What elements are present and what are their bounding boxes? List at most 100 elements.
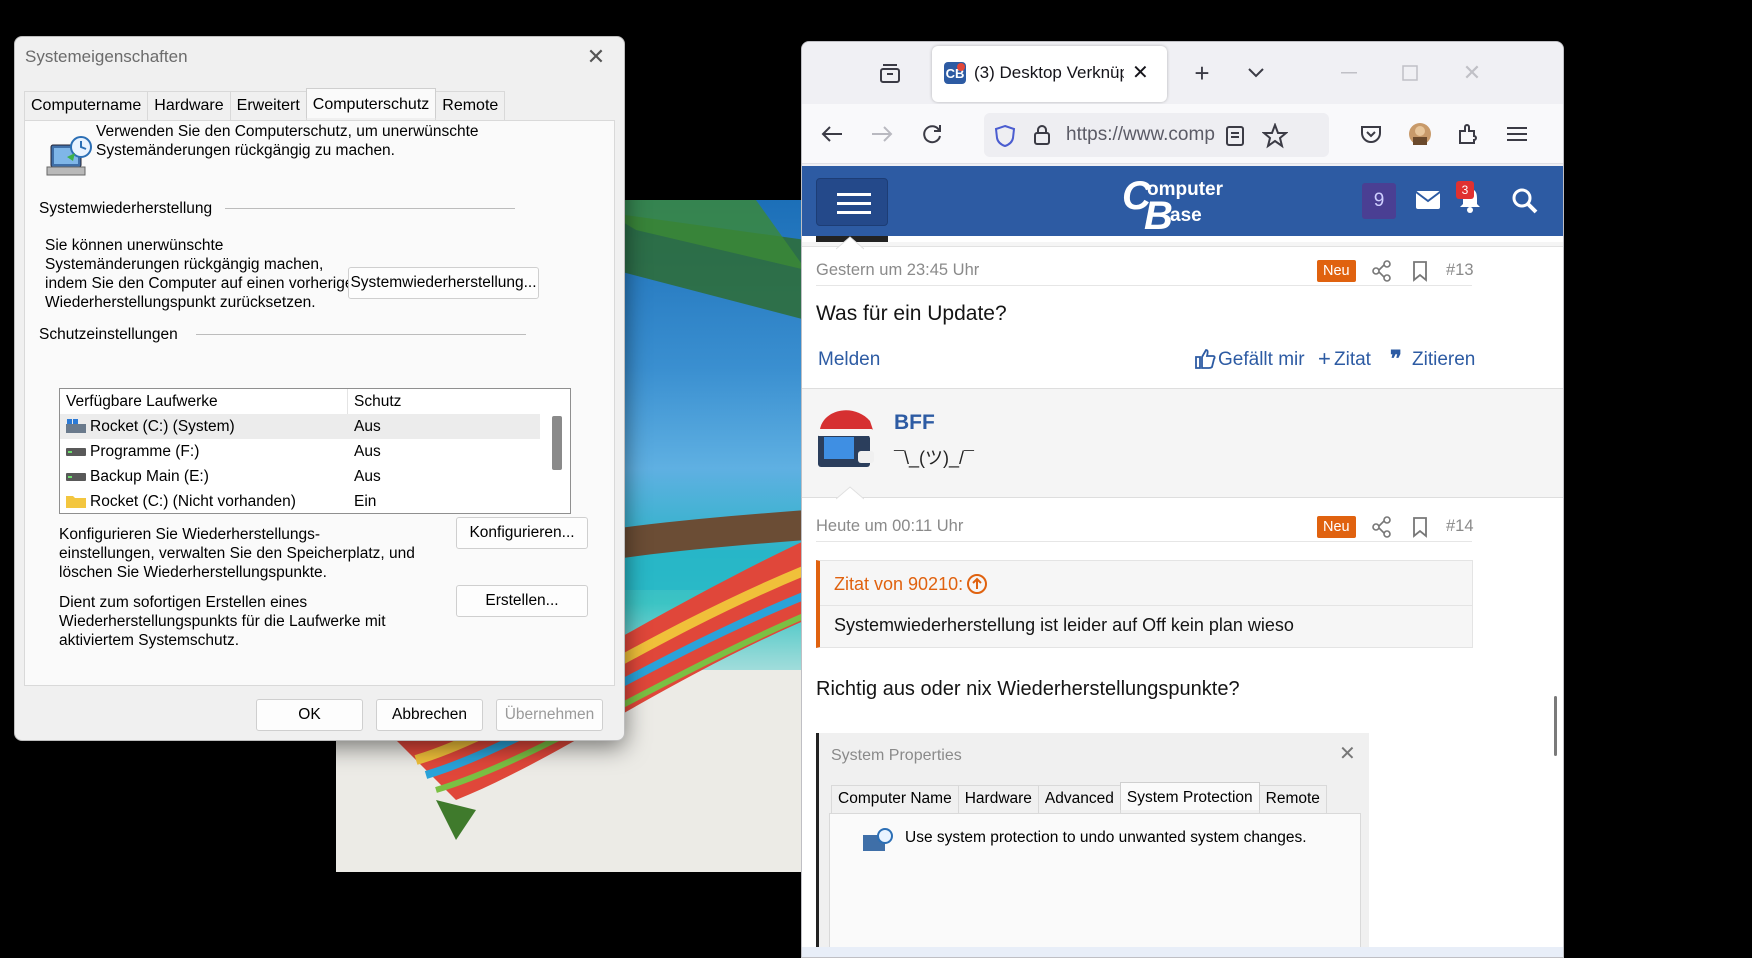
configure-button[interactable]: Konfigurieren... <box>456 517 588 549</box>
tab-computerschutz[interactable]: Computerschutz <box>305 88 437 118</box>
system-restore-button[interactable]: Systemwiederherstellung... <box>348 267 539 299</box>
extensions-icon[interactable] <box>1450 116 1486 152</box>
header-protection[interactable]: Schutz <box>354 389 401 414</box>
search-icon[interactable] <box>1512 188 1538 214</box>
pointer-caret <box>836 486 864 500</box>
forward-icon[interactable] <box>864 116 900 152</box>
page-scrollbar-thumb[interactable] <box>1554 696 1557 756</box>
configure-text-3: löschen Sie Wiederherstellungspunkte. <box>59 564 327 581</box>
tab-remote[interactable]: Remote <box>435 91 506 121</box>
divider <box>816 285 1472 286</box>
new-tab-icon[interactable]: + <box>1184 55 1220 91</box>
share-icon[interactable] <box>1372 260 1392 282</box>
computer-protection-icon <box>863 828 893 851</box>
post-timestamp[interactable]: Heute um 00:11 Uhr <box>816 517 963 536</box>
ok-button[interactable]: OK <box>256 699 363 731</box>
shield-icon[interactable] <box>994 124 1016 148</box>
list-item[interactable]: Rocket (C:) (Nicht vorhanden) Ein <box>60 489 540 513</box>
reader-view-icon[interactable] <box>1224 125 1246 147</box>
profile-avatar[interactable] <box>1402 116 1438 152</box>
mail-icon[interactable] <box>1415 190 1441 210</box>
avatar[interactable] <box>814 403 880 469</box>
tab-groups-icon[interactable] <box>872 55 908 91</box>
create-text-3: aktiviertem Systemschutz. <box>59 632 240 649</box>
section-divider <box>196 334 526 335</box>
close-icon[interactable]: ✕ <box>582 43 610 71</box>
post-number[interactable]: #13 <box>1446 261 1474 280</box>
thumbs-up-icon[interactable] <box>1194 348 1216 370</box>
tab-erweitert[interactable]: Erweitert <box>229 91 307 121</box>
list-header: Verfügbare Laufwerke Schutz <box>60 389 540 414</box>
url-bar[interactable]: https://www.comp <box>984 113 1329 157</box>
embedded-text: Use system protection to undo unwanted s… <box>905 829 1307 846</box>
close-window-icon[interactable]: ✕ <box>1454 55 1490 91</box>
create-text-1: Dient zum sofortigen Erstellen eines <box>59 594 308 611</box>
close-icon: ✕ <box>1339 743 1356 765</box>
cancel-button[interactable]: Abbrechen <box>376 699 483 731</box>
tab-bar: CB (3) Desktop Verknüp ✕ + ✕ <box>802 42 1563 104</box>
dialog-title: Systemeigenschaften <box>25 47 188 66</box>
chevron-down-icon[interactable] <box>1238 55 1274 91</box>
pointer-caret <box>836 236 864 250</box>
post-body: Was für ein Update? <box>816 302 1007 325</box>
browser-tab[interactable]: CB (3) Desktop Verknüp ✕ <box>932 46 1167 102</box>
tab-title: (3) Desktop Verknüp <box>974 63 1124 82</box>
list-item[interactable]: Programme (F:) Aus <box>60 439 540 464</box>
folder-icon <box>66 496 86 508</box>
header-drives[interactable]: Verfügbare Laufwerke <box>66 389 218 414</box>
embedded-title: System Properties <box>831 747 962 764</box>
navigation-bar: https://www.comp <box>802 104 1563 164</box>
drive-status: Aus <box>354 418 381 435</box>
alerts-count-badge[interactable]: 9 <box>1362 183 1396 219</box>
list-item[interactable]: Rocket (C:) (System) Aus <box>60 414 540 439</box>
plus-icon[interactable]: + <box>1318 346 1331 372</box>
lock-icon[interactable] <box>1032 123 1052 147</box>
menu-icon[interactable] <box>1500 116 1536 152</box>
site-favicon-icon: CB <box>944 62 966 84</box>
arrow-up-circle-icon[interactable] <box>966 573 988 595</box>
list-item[interactable]: Backup Main (E:) Aus <box>60 464 540 489</box>
drive-name: Programme (F:) <box>90 443 200 460</box>
back-icon[interactable] <box>814 116 850 152</box>
site-header: C omputer B ase 9 3 <box>802 166 1563 236</box>
tab-hardware[interactable]: Hardware <box>147 91 231 121</box>
bookmark-icon[interactable] <box>1412 260 1428 282</box>
close-tab-icon[interactable]: ✕ <box>1132 60 1149 85</box>
restore-text-2: Systemänderungen rückgängig machen, <box>45 256 324 273</box>
scrollbar-thumb[interactable] <box>552 416 562 470</box>
drive-name: Rocket (C:) (Nicht vorhanden) <box>90 493 296 510</box>
quote-block: Zitat von 90210: Systemwiederherstellung… <box>816 560 1473 648</box>
maximize-icon[interactable] <box>1392 55 1428 91</box>
bottom-strip <box>802 947 1563 957</box>
embedded-screenshot[interactable]: System Properties ✕ Computer Name Hardwa… <box>816 733 1369 957</box>
quote-link[interactable]: Zitieren <box>1412 349 1475 371</box>
report-link[interactable]: Melden <box>818 349 880 371</box>
quote-author[interactable]: Zitat von 90210: <box>834 574 963 595</box>
share-icon[interactable] <box>1372 516 1392 538</box>
drive-icon <box>66 448 86 456</box>
create-button[interactable]: Erstellen... <box>456 585 588 617</box>
tab-computername[interactable]: Computername <box>24 91 149 121</box>
computerbase-logo[interactable]: C omputer B ase <box>1122 174 1242 236</box>
bookmark-icon[interactable] <box>1412 516 1428 538</box>
reload-icon[interactable] <box>914 116 950 152</box>
drive-status: Ein <box>354 493 377 510</box>
section-systemwiederherstellung: Systemwiederherstellung <box>39 200 213 217</box>
apply-button[interactable]: Übernehmen <box>496 699 603 731</box>
bookmark-star-icon[interactable] <box>1262 123 1288 149</box>
user-tagline: ¯\_(ツ)_/¯ <box>894 448 974 468</box>
post-number[interactable]: #14 <box>1446 517 1474 536</box>
minimize-icon[interactable] <box>1331 55 1367 91</box>
pocket-icon[interactable] <box>1353 116 1389 152</box>
intro-text-1: Verwenden Sie den Computerschutz, um une… <box>96 123 479 140</box>
hamburger-menu-button[interactable] <box>816 178 888 226</box>
username[interactable]: BFF <box>894 411 935 435</box>
quote-icon[interactable]: ❞ <box>1390 346 1402 372</box>
quote-plus-link[interactable]: Zitat <box>1334 349 1371 371</box>
like-link[interactable]: Gefällt mir <box>1218 349 1305 371</box>
post-timestamp[interactable]: Gestern um 23:45 Uhr <box>816 261 979 280</box>
drive-list[interactable]: Verfügbare Laufwerke Schutz Rocket (C:) … <box>59 388 571 514</box>
user-block <box>802 388 1563 498</box>
url-text[interactable]: https://www.comp <box>1066 124 1244 146</box>
list-scrollbar[interactable] <box>544 389 570 513</box>
